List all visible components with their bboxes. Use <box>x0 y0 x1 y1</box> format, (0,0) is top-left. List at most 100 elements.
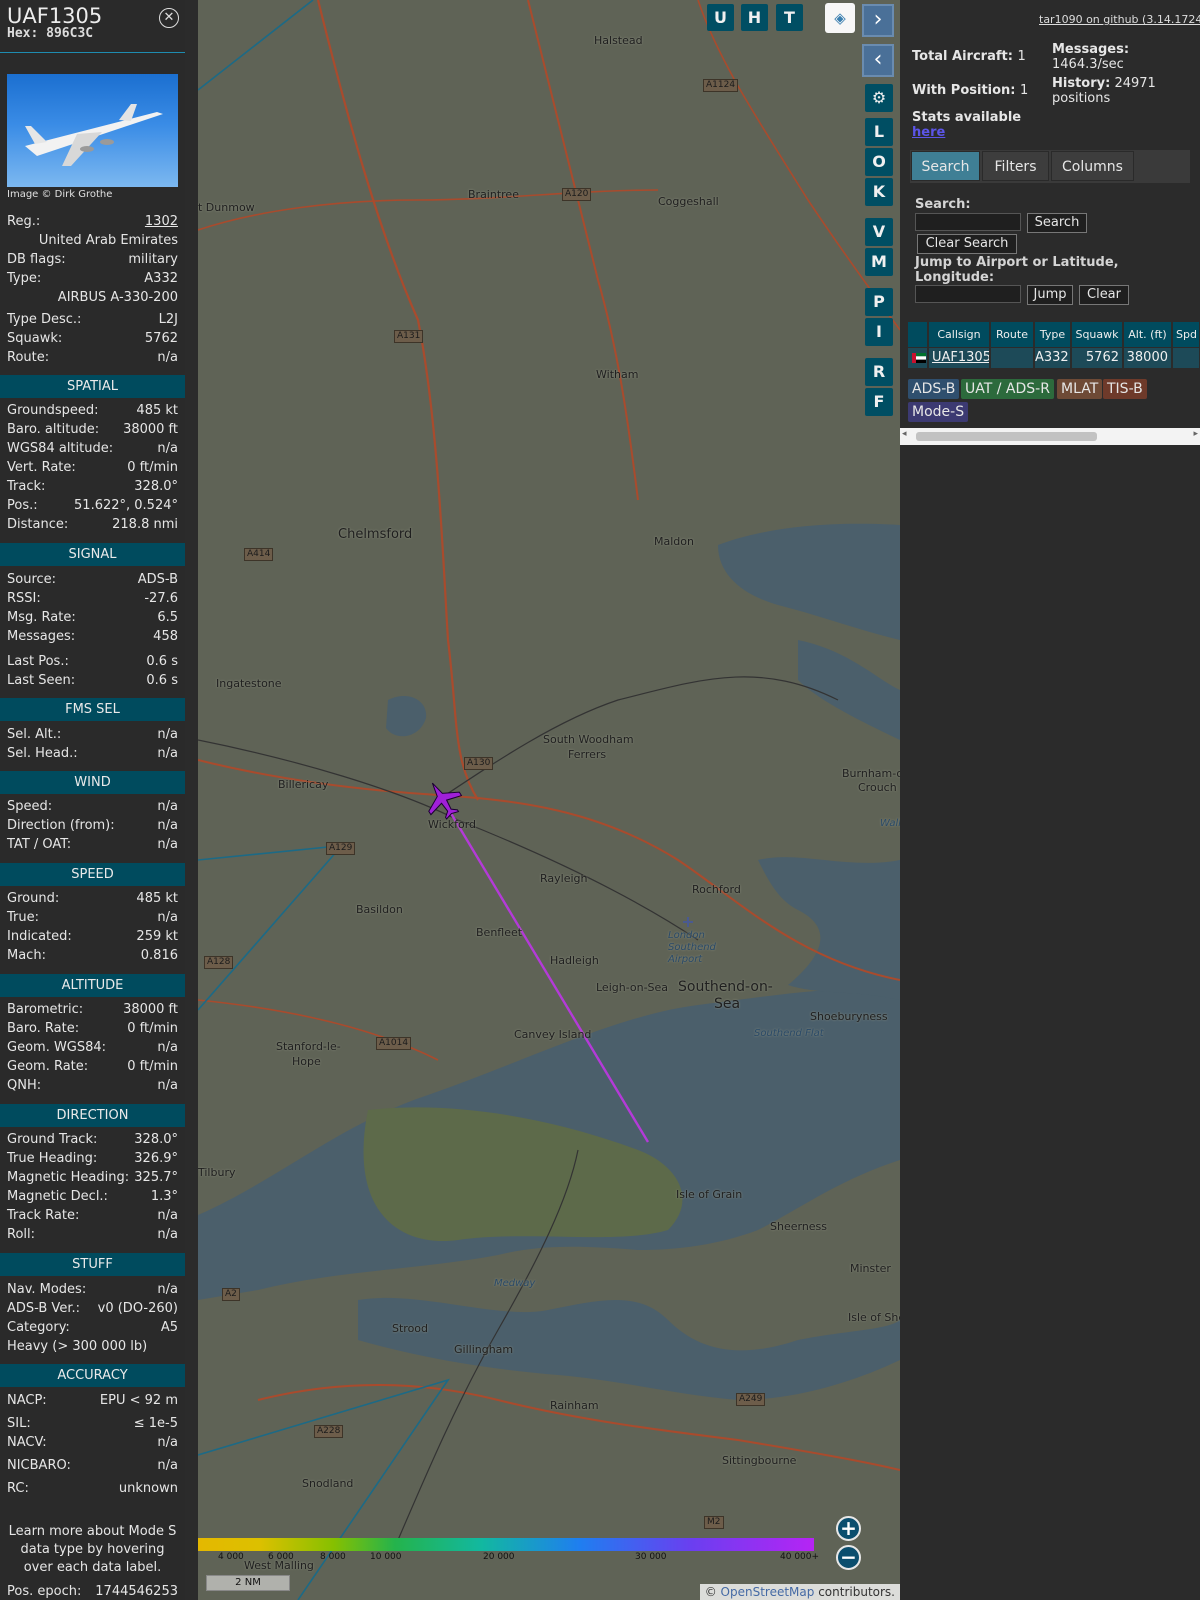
info-label: Geom. WGS84: <box>7 1040 107 1055</box>
place-label: South Woodham <box>543 733 634 746</box>
place-label: Isle of She <box>848 1311 900 1324</box>
info-label: Magnetic Heading: <box>7 1170 130 1185</box>
stats-label: Stats available <box>912 110 1022 125</box>
table-header-route[interactable]: Route <box>991 322 1034 347</box>
osm-link[interactable]: OpenStreetMap <box>721 1585 815 1599</box>
source-chip-mlat[interactable]: MLAT <box>1057 379 1103 399</box>
messages-value: 1464.3/sec <box>1052 57 1124 72</box>
source-chip-uat[interactable]: UAT / ADS-R <box>961 379 1054 399</box>
table-header-type[interactable]: Type <box>1035 322 1071 347</box>
tab-columns[interactable]: Columns <box>1051 151 1134 181</box>
search-input[interactable] <box>915 213 1021 231</box>
info-value: 326.9° <box>134 1151 178 1166</box>
road-badge: A228 <box>314 1425 344 1438</box>
gear-icon[interactable]: ⚙ <box>865 84 893 112</box>
tab-filters[interactable]: Filters <box>982 151 1049 181</box>
place-label: Leigh-on-Sea <box>596 981 669 994</box>
map-button-f[interactable]: F <box>865 388 893 416</box>
info-row: Sel. Head.: n/a <box>7 746 178 764</box>
map-canvas[interactable]: Halstead Braintree Coggeshall t Dunmow W… <box>198 0 900 1600</box>
source-chip-adsb[interactable]: ADS-B <box>908 379 960 399</box>
map-button-t[interactable]: T <box>776 4 803 31</box>
map-button-h[interactable]: H <box>741 4 768 31</box>
info-row: Speed: n/a <box>7 799 178 817</box>
place-label: Halstead <box>594 34 643 47</box>
chevron-right-icon[interactable]: › <box>862 4 894 37</box>
table-header-callsign[interactable]: Callsign <box>929 322 990 347</box>
info-row: Ground: 485 kt <box>7 891 178 909</box>
table-hscroll-thumb[interactable] <box>916 432 1097 441</box>
aircraft-photo <box>7 74 178 187</box>
place-label: Coggeshall <box>658 195 719 208</box>
table-header-speed[interactable]: Spd <box>1173 322 1200 347</box>
source-chip-modes[interactable]: Mode-S <box>908 402 969 422</box>
info-value: 0 ft/min <box>127 460 178 475</box>
road-badge: A131 <box>394 330 424 343</box>
place-label: Billericay <box>278 778 329 791</box>
info-row: Sel. Alt.: n/a <box>7 727 178 745</box>
info-row: NACP: EPU < 92 m <box>7 1393 178 1411</box>
map-button-m[interactable]: M <box>865 248 893 276</box>
info-row: TAT / OAT: n/a <box>7 837 178 855</box>
history-stat: History: 24971 positions <box>1052 76 1156 106</box>
info-label: Barometric: <box>7 1002 84 1017</box>
tab-search[interactable]: Search <box>911 151 980 181</box>
road-badge: A249 <box>736 1393 766 1406</box>
zoom-in-icon[interactable]: + <box>836 1516 861 1541</box>
table-row-flag <box>908 348 928 368</box>
category-heavy: Heavy (> 300 000 lb) <box>7 1339 148 1354</box>
map-button-r[interactable]: R <box>865 358 893 386</box>
search-label: Search: <box>915 197 971 212</box>
info-label: WGS84 altitude: <box>7 441 114 456</box>
table-cell-callsign[interactable]: UAF1305 <box>929 348 990 368</box>
map-button-p[interactable]: P <box>865 288 893 316</box>
squawk-value: 5762 <box>144 331 178 346</box>
place-label: Tilbury <box>198 1166 236 1179</box>
table-hscrollbar[interactable]: ◂ ▸ <box>900 428 1200 445</box>
zoom-out-icon[interactable]: − <box>836 1545 861 1570</box>
map-button-l[interactable]: L <box>865 118 893 146</box>
map-button-i[interactable]: I <box>865 318 893 346</box>
info-label: ADS-B Ver.: <box>7 1301 80 1316</box>
section-speed: SPEED <box>0 863 185 886</box>
scroll-right-icon[interactable]: ▸ <box>1193 429 1198 439</box>
info-value: -27.6 <box>144 591 178 606</box>
clear-search-button[interactable]: Clear Search <box>917 234 1017 254</box>
place-label: Shoeburyness <box>810 1010 888 1023</box>
scroll-left-icon[interactable]: ◂ <box>902 429 907 439</box>
github-link[interactable]: tar1090 on github (3.14.1724) <box>1039 13 1200 26</box>
with-position-label: With Position: <box>912 83 1016 98</box>
road-badge: A128 <box>204 956 234 969</box>
info-value: n/a <box>157 1208 178 1223</box>
section-accuracy: ACCURACY <box>0 1364 185 1387</box>
table-header-alt[interactable]: Alt. (ft) <box>1124 322 1172 347</box>
type-label: Type: <box>7 271 42 286</box>
close-icon[interactable]: ✕ <box>159 8 179 28</box>
info-value: 1.3° <box>150 1189 178 1204</box>
type-value: A332 <box>144 271 178 286</box>
layers-icon[interactable]: ◈ <box>825 3 855 33</box>
map-button-k[interactable]: K <box>865 178 893 206</box>
route-value: n/a <box>157 350 178 365</box>
info-label: Groundspeed: <box>7 403 99 418</box>
info-row: Geom. Rate: 0 ft/min <box>7 1059 178 1077</box>
clear-button[interactable]: Clear <box>1079 285 1129 305</box>
table-header-squawk[interactable]: Squawk <box>1072 322 1123 347</box>
aircraft-list-panel: tar1090 on github (3.14.1724) Total Airc… <box>900 0 1200 1600</box>
info-value: n/a <box>157 799 178 814</box>
map-button-o[interactable]: O <box>865 148 893 176</box>
map-button-u[interactable]: U <box>707 4 734 31</box>
dbflags-value: military <box>128 252 178 267</box>
jump-input[interactable] <box>915 285 1021 303</box>
map-button-v[interactable]: V <box>865 218 893 246</box>
search-button[interactable]: Search <box>1027 213 1087 233</box>
jump-button[interactable]: Jump <box>1027 285 1073 305</box>
photo-credit: Image © Dirk Grothe <box>7 189 113 200</box>
chevron-left-icon[interactable]: ‹ <box>862 44 894 77</box>
section-spatial: SPATIAL <box>0 375 185 398</box>
place-label: Wickford <box>428 818 477 831</box>
source-chip-tisb[interactable]: TIS-B <box>1103 379 1147 399</box>
stats-link[interactable]: here <box>912 125 945 140</box>
reg-link[interactable]: 1302 <box>145 214 178 229</box>
with-position: With Position: 1 <box>912 83 1028 98</box>
